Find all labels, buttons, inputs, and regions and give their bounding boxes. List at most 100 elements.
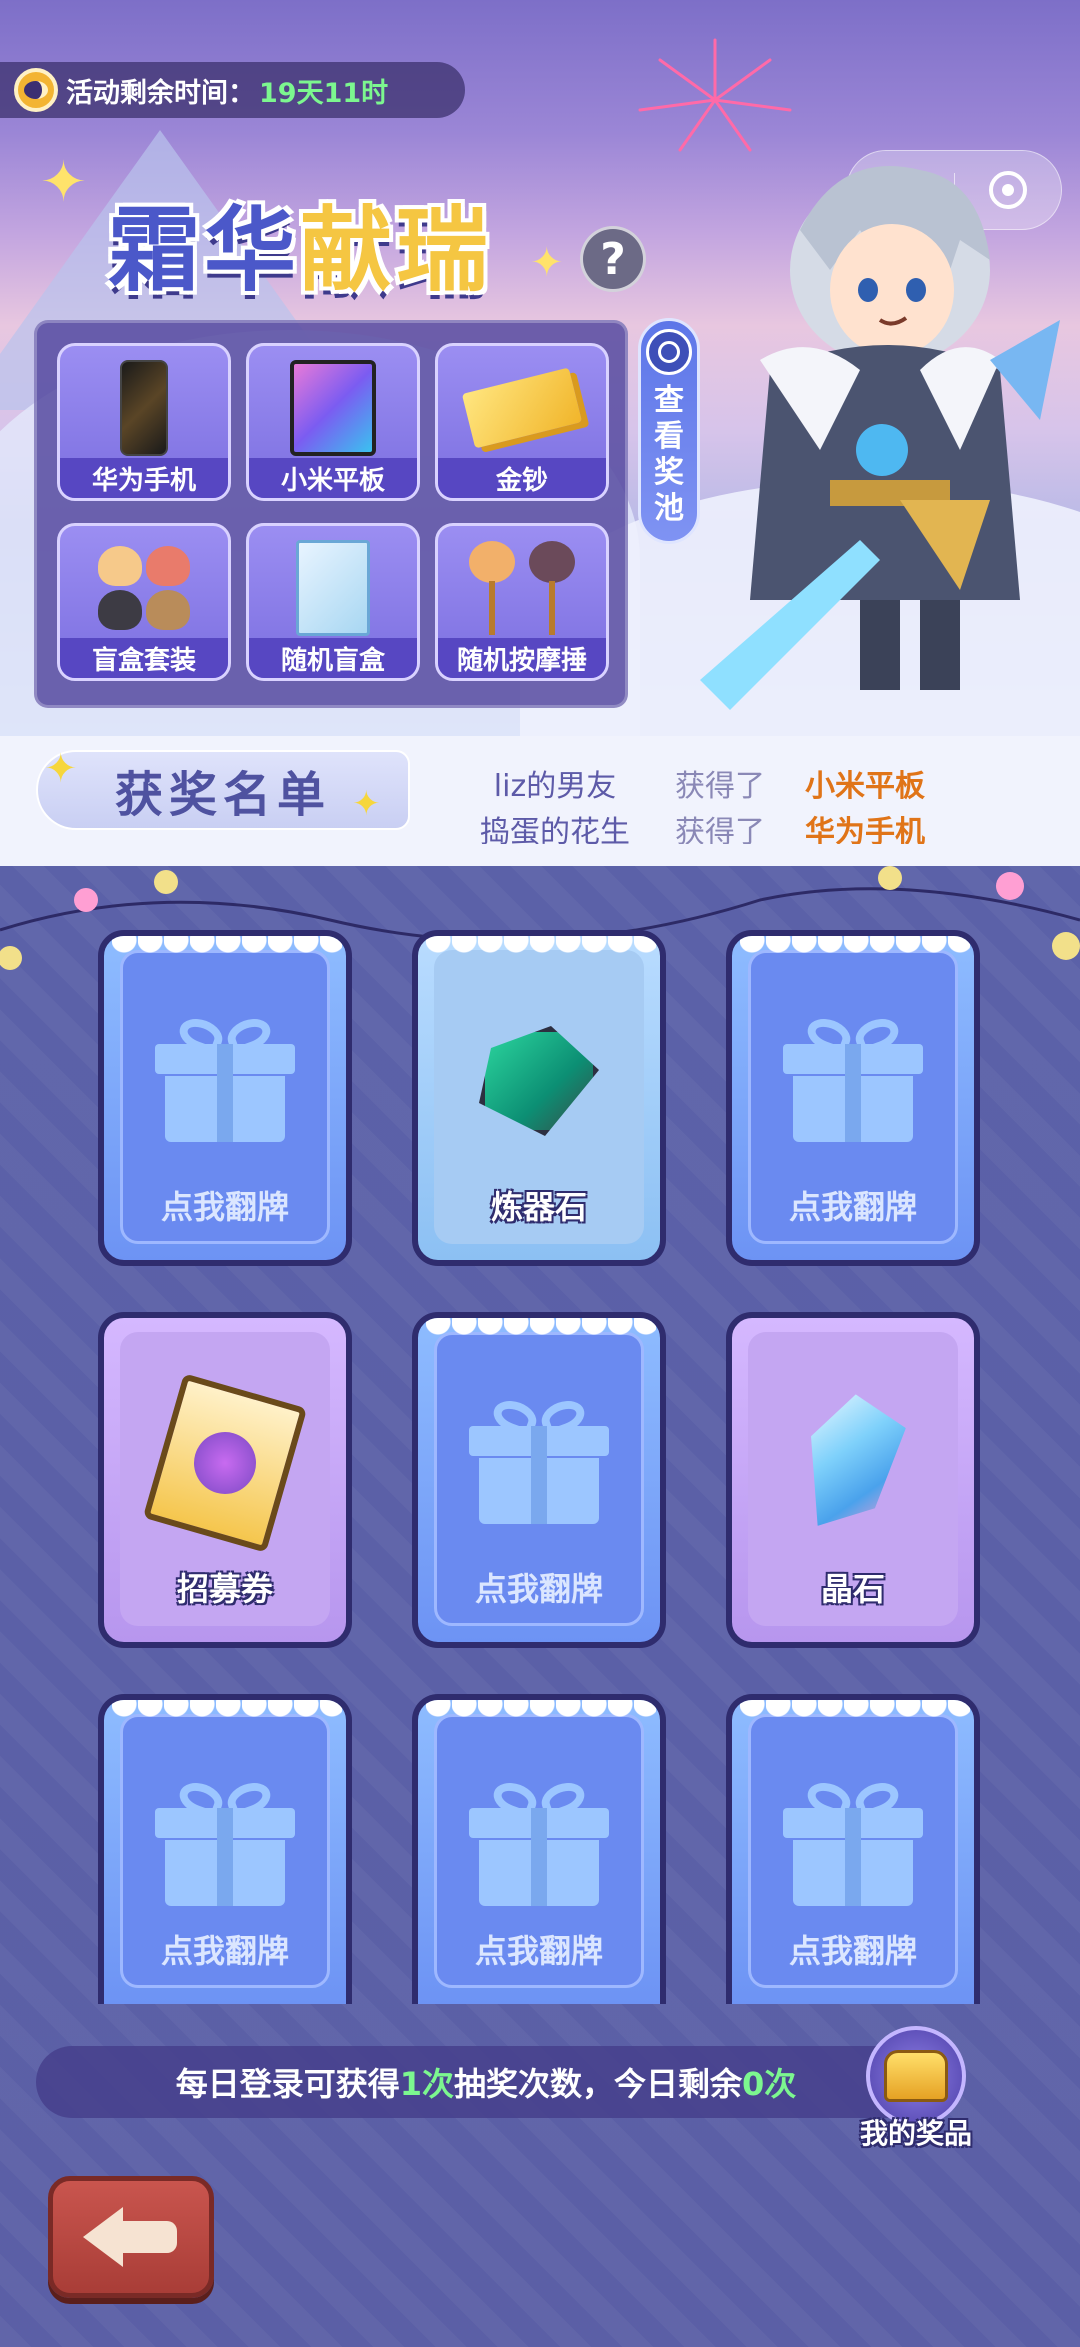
sparkle-icon: ✦ [530, 240, 564, 286]
sparkle-icon: ✦ [44, 746, 78, 792]
winner-name: · [460, 744, 650, 760]
winner-row: · [460, 744, 980, 760]
card-snow [112, 1700, 342, 1718]
countdown-value: 19天11时 [259, 77, 389, 109]
winner-row: 捣蛋的花生 获得了 华为手机 [460, 806, 980, 844]
recruit-ticket-icon [142, 1373, 308, 1553]
my-prizes-button[interactable]: 我的奖品 [856, 2026, 976, 2150]
card-art [104, 1373, 346, 1553]
card-caption: 点我翻牌 [474, 1932, 603, 1970]
winner-action: 获得了 [675, 769, 765, 804]
arrow-left-icon [83, 2207, 179, 2267]
card-art [418, 1006, 660, 1156]
card-caption: 点我翻牌 [788, 1932, 917, 1970]
card-snow [112, 936, 342, 954]
flip-card[interactable]: 点我翻牌 [412, 1312, 666, 1648]
prize-label: 盲盒套装 [60, 638, 228, 678]
flip-card[interactable]: 点我翻牌 [98, 1694, 352, 2004]
title-part-2: 献瑞 [300, 197, 493, 304]
flip-card[interactable]: 点我翻牌 [726, 1694, 980, 2004]
card-snow [426, 936, 656, 954]
flip-card[interactable]: 点我翻牌 [726, 930, 980, 1266]
phone-icon [120, 360, 168, 456]
prize-label: 华为手机 [60, 458, 228, 498]
winner-name: 捣蛋的花生 [480, 815, 630, 844]
daily-draw-count: 1次 [399, 2065, 454, 2103]
prize-item[interactable]: 华为手机 [57, 343, 231, 501]
event-countdown: 活动剩余时间： 19天11时 [0, 62, 465, 118]
blindbox-icon [296, 540, 370, 636]
back-button[interactable] [48, 2176, 214, 2298]
revealed-card: 炼器石 [412, 930, 666, 1266]
winner-action: 获得了 [675, 815, 765, 844]
prize-label: 随机盲盒 [249, 638, 417, 678]
gold-note-icon [461, 367, 583, 449]
daily-draw-info: 每日登录可获得 1次 抽奖次数，今日剩余 0次 [36, 2046, 936, 2118]
countdown-label: 活动剩余时间： [66, 77, 255, 109]
card-caption: 晶石 [820, 1570, 885, 1608]
info-middle: 抽奖次数，今日剩余 [454, 2065, 743, 2103]
card-snow [426, 1318, 656, 1336]
card-art [732, 1388, 974, 1538]
treasure-chest-icon [866, 2026, 966, 2126]
winners-ticker: · liz的男友 获得了 小米平板 捣蛋的花生 获得了 华为手机 [460, 744, 980, 844]
event-banner: 活动剩余时间： 19天11时 ••• ✦ ✦ 霜华献瑞 ? 华 [0, 0, 1080, 740]
gift-icon [469, 1395, 609, 1524]
card-caption: 炼器石 [490, 1188, 587, 1226]
refining-stone-icon [479, 1026, 599, 1136]
search-icon [646, 329, 692, 375]
prize-image [249, 356, 417, 460]
title-part-1: 霜华 [108, 197, 301, 304]
flip-card[interactable]: 点我翻牌 [412, 1694, 666, 2004]
sparkle-icon: ✦ [40, 150, 87, 215]
prize-item[interactable]: 随机按摩捶 [435, 523, 609, 681]
revealed-card: 晶石 [726, 1312, 980, 1648]
card-caption: 招募券 [176, 1570, 273, 1608]
blindbox-set-icon [89, 546, 199, 630]
gift-icon [155, 1013, 295, 1142]
prize-item[interactable]: 随机盲盒 [246, 523, 420, 681]
card-caption: 点我翻牌 [474, 1570, 603, 1608]
card-snow [740, 1700, 970, 1718]
clock-icon [14, 68, 58, 112]
winner-item: 华为手机 [805, 815, 925, 844]
prize-image [249, 536, 417, 640]
winners-title: 获奖名单 [114, 767, 331, 823]
remaining-draws: 0次 [742, 2065, 797, 2103]
tablet-icon [290, 360, 376, 456]
gift-icon [783, 1013, 923, 1142]
massage-hammer-icon [469, 541, 575, 635]
card-caption: 点我翻牌 [788, 1188, 917, 1226]
prize-image [438, 536, 606, 640]
prize-item[interactable]: 金钞 [435, 343, 609, 501]
help-button[interactable]: ? [580, 226, 646, 292]
info-prefix: 每日登录可获得 [175, 2065, 400, 2103]
prize-image [60, 536, 228, 640]
winner-row: liz的男友 获得了 小米平板 [460, 760, 980, 806]
gift-icon [155, 1777, 295, 1906]
event-title: 霜华献瑞 [108, 176, 492, 309]
view-prize-pool-label: 查看奖池 [654, 383, 684, 526]
card-caption: 点我翻牌 [160, 1932, 289, 1970]
flip-card[interactable]: 点我翻牌 [98, 930, 352, 1266]
sparkle-icon: ✦ [352, 784, 381, 824]
winner-item: 小米平板 [805, 769, 925, 804]
hero-character-illustration [700, 166, 1060, 710]
view-prize-pool-button[interactable]: 查看奖池 [638, 318, 700, 544]
prize-image [438, 356, 606, 460]
gift-icon [469, 1777, 609, 1906]
prize-item[interactable]: 小米平板 [246, 343, 420, 501]
winner-name: liz的男友 [493, 769, 617, 804]
gift-icon [783, 1777, 923, 1906]
prize-image [60, 356, 228, 460]
revealed-card: 招募券 [98, 1312, 352, 1648]
card-snow [740, 936, 970, 954]
prize-label: 金钞 [438, 458, 606, 498]
prize-item[interactable]: 盲盒套装 [57, 523, 231, 681]
card-caption: 点我翻牌 [160, 1188, 289, 1226]
crystal-icon [796, 1388, 910, 1538]
prize-label: 小米平板 [249, 458, 417, 498]
prize-pool-panel: 华为手机 小米平板 金钞 盲盒套装 随机盲盒 随机按摩捶 [34, 320, 628, 708]
card-snow [426, 1700, 656, 1718]
my-prizes-label: 我的奖品 [859, 2117, 972, 2150]
